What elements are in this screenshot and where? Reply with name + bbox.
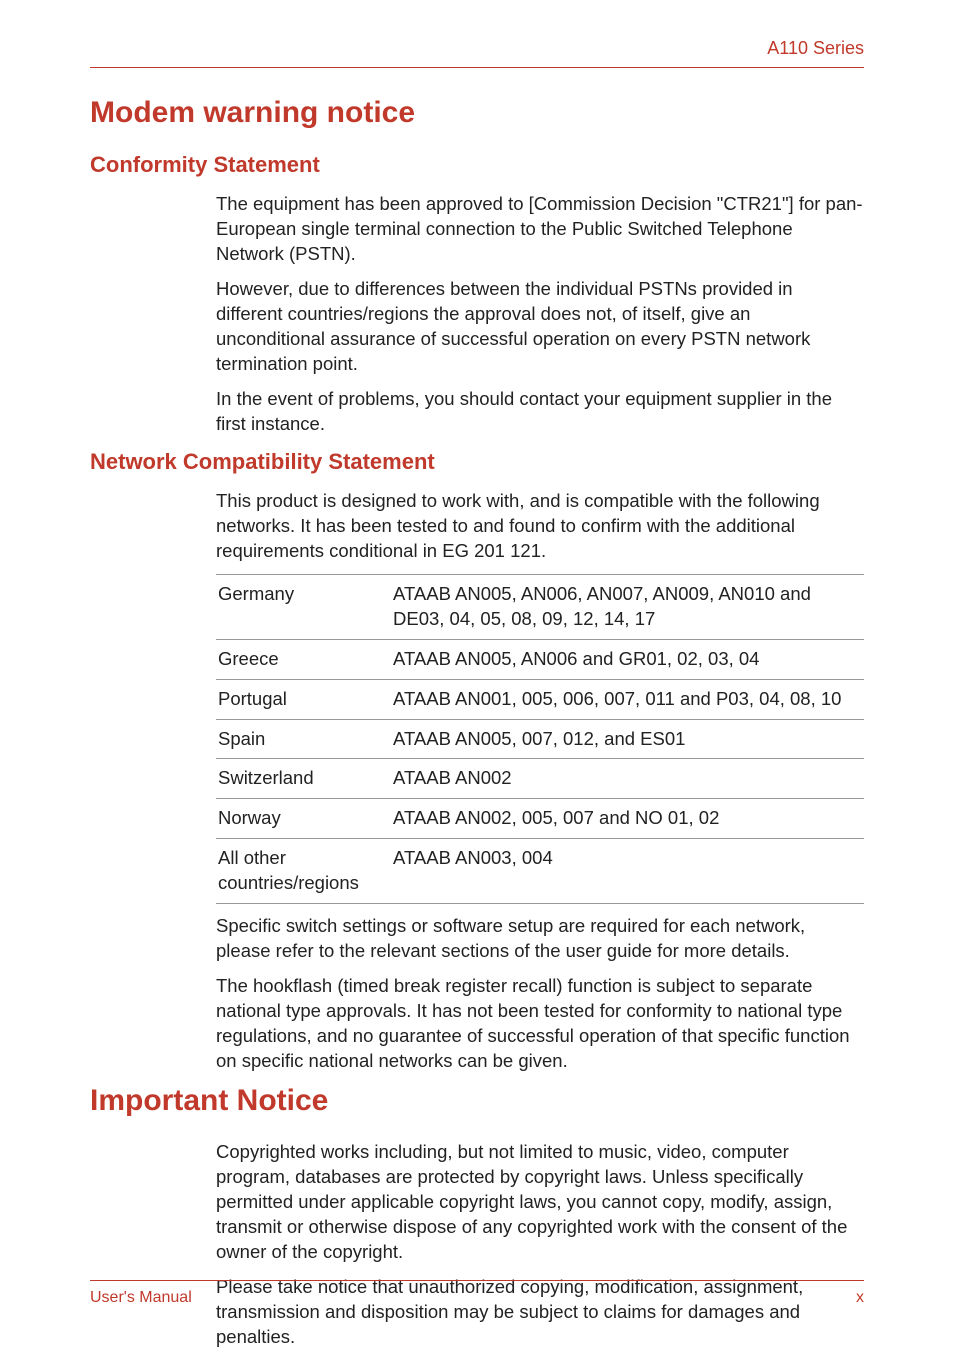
codes-cell: ATAAB AN005, 007, 012, and ES01 (391, 719, 864, 759)
table-row: SwitzerlandATAAB AN002 (216, 759, 864, 799)
series-label: A110 Series (767, 38, 864, 58)
country-cell: Portugal (216, 679, 391, 719)
codes-cell: ATAAB AN005, AN006, AN007, AN009, AN010 … (391, 574, 864, 639)
table-row: NorwayATAAB AN002, 005, 007 and NO 01, 0… (216, 799, 864, 839)
codes-cell: ATAAB AN002, 005, 007 and NO 01, 02 (391, 799, 864, 839)
codes-cell: ATAAB AN005, AN006 and GR01, 02, 03, 04 (391, 639, 864, 679)
table-row: All other countries/regionsATAAB AN003, … (216, 839, 864, 904)
country-cell: All other countries/regions (216, 839, 391, 904)
paragraph: The equipment has been approved to [Comm… (216, 192, 864, 267)
paragraph: Copyrighted works including, but not lim… (216, 1140, 864, 1265)
country-cell: Norway (216, 799, 391, 839)
paragraph: Specific switch settings or software set… (216, 914, 864, 964)
subheading-conformity: Conformity Statement (90, 152, 864, 178)
page-header: A110 Series (90, 38, 864, 68)
table-row: PortugalATAAB AN001, 005, 006, 007, 011 … (216, 679, 864, 719)
page-footer: User's Manual x (90, 1280, 864, 1307)
paragraph: However, due to differences between the … (216, 277, 864, 377)
country-cell: Germany (216, 574, 391, 639)
table-row: SpainATAAB AN005, 007, 012, and ES01 (216, 719, 864, 759)
footer-page-number: x (856, 1289, 864, 1307)
country-cell: Switzerland (216, 759, 391, 799)
table-row: GreeceATAAB AN005, AN006 and GR01, 02, 0… (216, 639, 864, 679)
codes-cell: ATAAB AN003, 004 (391, 839, 864, 904)
country-cell: Greece (216, 639, 391, 679)
codes-cell: ATAAB AN002 (391, 759, 864, 799)
paragraph: The hookflash (timed break register reca… (216, 974, 864, 1074)
table-row: GermanyATAAB AN005, AN006, AN007, AN009,… (216, 574, 864, 639)
section-heading-modem-warning: Modem warning notice (90, 96, 864, 130)
section-heading-important-notice: Important Notice (90, 1084, 864, 1118)
subheading-network-compat: Network Compatibility Statement (90, 449, 864, 475)
codes-cell: ATAAB AN001, 005, 006, 007, 011 and P03,… (391, 679, 864, 719)
paragraph: This product is designed to work with, a… (216, 489, 864, 564)
footer-left: User's Manual (90, 1289, 192, 1307)
compatibility-table: GermanyATAAB AN005, AN006, AN007, AN009,… (216, 574, 864, 905)
country-cell: Spain (216, 719, 391, 759)
paragraph: In the event of problems, you should con… (216, 387, 864, 437)
